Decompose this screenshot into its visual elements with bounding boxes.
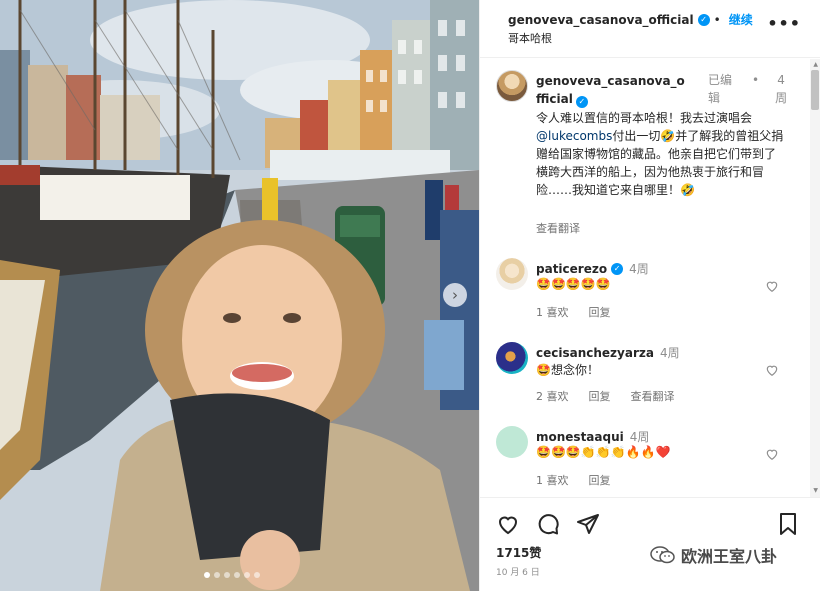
comment-likes[interactable]: 1 喜欢 — [536, 472, 569, 488]
scroll-up-icon[interactable]: ▲ — [813, 61, 818, 68]
reply-button[interactable]: 回复 — [589, 388, 611, 404]
comment-time[interactable]: 4周 — [660, 344, 680, 361]
chevron-right-icon: › — [452, 285, 458, 304]
heart-icon[interactable] — [765, 363, 779, 377]
carousel-indicator — [204, 572, 260, 578]
post-date[interactable]: 10 月 6 日 — [496, 565, 540, 578]
location-link[interactable]: 哥本哈根 — [508, 30, 552, 46]
author-username[interactable]: genoveva_casanova_official — [508, 13, 694, 27]
author-avatar[interactable] — [496, 70, 528, 102]
post-photo[interactable]: › — [0, 0, 479, 591]
commenter-username[interactable]: cecisanchezyarza — [536, 346, 654, 360]
next-photo-button[interactable]: › — [443, 283, 467, 307]
comment-likes[interactable]: 1 喜欢 — [536, 304, 569, 320]
watermark: 欧洲王室八卦 — [650, 543, 777, 567]
heart-icon[interactable] — [496, 512, 520, 536]
comment-time[interactable]: 4周 — [629, 260, 649, 277]
scrollbar-thumb[interactable] — [811, 70, 819, 110]
reply-button[interactable]: 回复 — [589, 304, 611, 320]
caption-text: 令人难以置信的哥本哈根！我去过演唱会@lukecombs付出一切🤣并了解我的曾祖… — [536, 109, 786, 199]
caption-time[interactable]: 4周 — [773, 71, 789, 107]
carousel-dot — [204, 572, 210, 578]
carousel-dot — [214, 572, 220, 578]
verified-badge-icon: ✓ — [697, 13, 710, 26]
commenter-avatar[interactable] — [496, 258, 528, 290]
verified-badge-icon: ✓ — [611, 262, 624, 275]
comment-header: monestaaqui 4周 — [536, 428, 649, 445]
more-options-icon[interactable]: ••• — [767, 14, 801, 33]
heart-icon[interactable] — [765, 279, 779, 293]
carousel-dot — [254, 572, 260, 578]
comment-text: 🤩想念你！ — [536, 363, 599, 377]
see-translation-link[interactable]: 查看翻译 — [631, 388, 675, 404]
comment-icon[interactable] — [536, 512, 560, 536]
comment-actions: 1 喜欢 回复 — [536, 304, 611, 320]
edited-label: 已编辑 — [708, 73, 733, 105]
bookmark-icon[interactable] — [776, 512, 800, 536]
watermark-text: 欧洲王室八卦 — [681, 547, 778, 566]
carousel-dot — [244, 572, 250, 578]
wechat-icon — [650, 546, 675, 564]
commenter-avatar[interactable] — [496, 426, 528, 458]
verified-badge-icon: ✓ — [575, 96, 588, 108]
heart-icon[interactable] — [765, 447, 779, 461]
comment-text: 🤩🤩🤩🤩🤩 — [536, 277, 611, 291]
comments-scroll-area[interactable]: genoveva_casanova_official ✓ 已编辑 • 4周 令人难… — [480, 59, 820, 497]
comment-actions: 2 喜欢 回复 查看翻译 — [536, 388, 675, 404]
carousel-dot — [234, 572, 240, 578]
caption-text-part: 令人难以置信的哥本哈根！我去过演唱会 — [536, 111, 753, 125]
mention-link[interactable]: @lukecombs — [536, 129, 612, 143]
separator: • — [713, 12, 721, 27]
caption-username[interactable]: genoveva_casanova_official ✓ — [536, 72, 688, 108]
see-translation-link[interactable]: 查看翻译 — [536, 220, 580, 236]
comment-actions: 1 喜欢 回复 — [536, 472, 611, 488]
action-bar: 1715赞 10 月 6 日 欧洲王室八卦 — [480, 497, 820, 591]
reply-button[interactable]: 回复 — [589, 472, 611, 488]
post-details-panel: genoveva_casanova_official ✓ • 继续 哥本哈根 •… — [479, 0, 820, 591]
comment-text: 🤩🤩🤩👏👏👏🔥🔥❤️ — [536, 445, 671, 459]
likes-count[interactable]: 1715赞 — [496, 544, 541, 561]
comments-scrollbar[interactable] — [810, 59, 820, 497]
comment-time[interactable]: 4周 — [630, 428, 650, 445]
caption-meta: 已编辑 • 4周 — [708, 71, 789, 107]
bullet: • — [752, 73, 760, 87]
scroll-down-icon[interactable]: ▼ — [813, 487, 818, 494]
commenter-username[interactable]: paticerezo — [536, 262, 607, 276]
caption-username-text[interactable]: genoveva_casanova_official — [536, 74, 685, 106]
header-user-line: genoveva_casanova_official ✓ • 继续 — [508, 11, 753, 28]
commenter-username[interactable]: monestaaqui — [536, 430, 624, 444]
share-icon[interactable] — [576, 512, 600, 536]
post-header: genoveva_casanova_official ✓ • 继续 哥本哈根 •… — [480, 0, 820, 58]
comment-header: cecisanchezyarza 4周 — [536, 344, 680, 361]
carousel-dot — [224, 572, 230, 578]
follow-button[interactable]: 继续 — [729, 11, 753, 28]
photo-scene — [0, 0, 479, 591]
comment-likes[interactable]: 2 喜欢 — [536, 388, 569, 404]
commenter-avatar[interactable] — [496, 342, 528, 374]
comment-header: paticerezo ✓ 4周 — [536, 260, 649, 277]
